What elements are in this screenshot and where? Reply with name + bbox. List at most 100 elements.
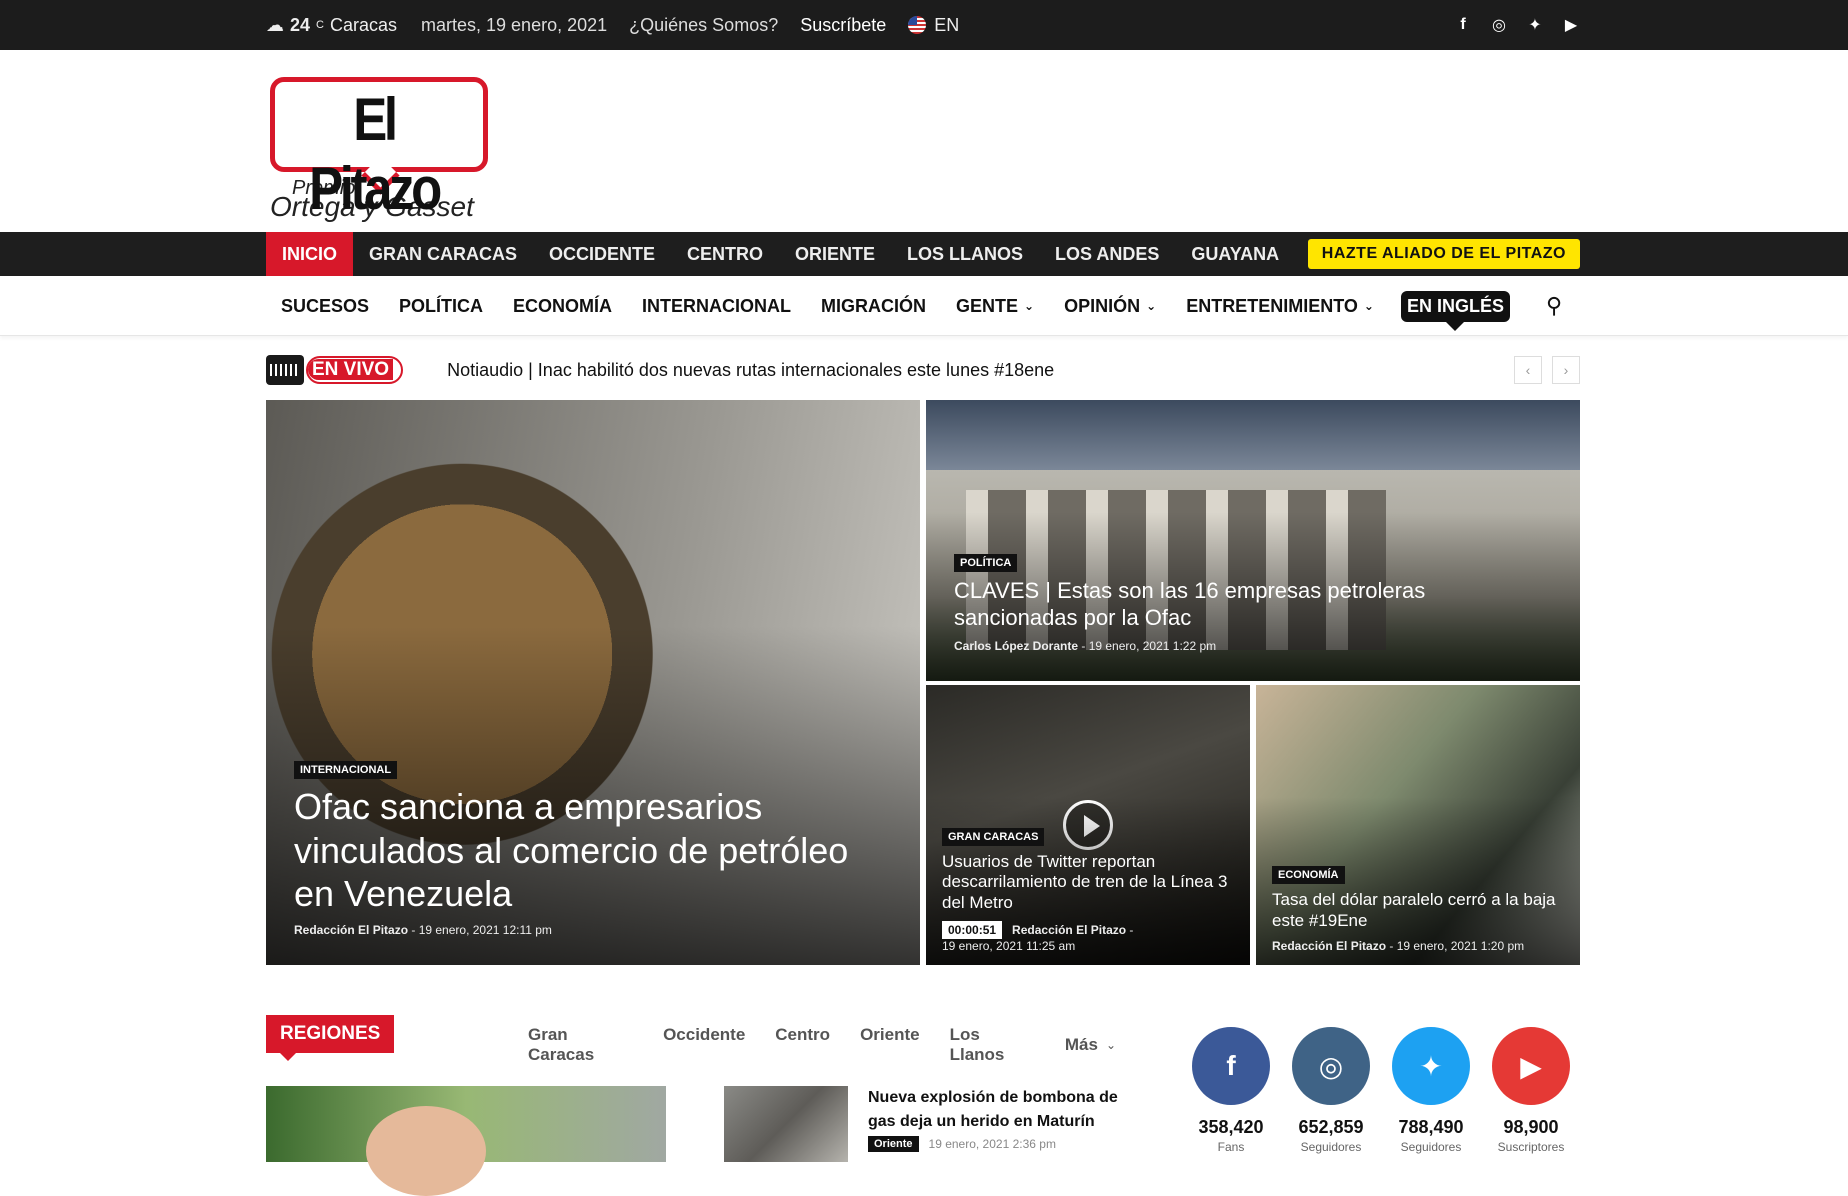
- nav-item-politica[interactable]: POLÍTICA: [384, 296, 498, 317]
- language-switch[interactable]: EN: [908, 15, 959, 36]
- nav-item-los-llanos[interactable]: LOS LLANOS: [891, 232, 1039, 276]
- nav-item-sucesos[interactable]: SUCESOS: [266, 296, 384, 317]
- tab-oriente[interactable]: Oriente: [860, 1025, 920, 1065]
- follower-label: Fans: [1217, 1140, 1245, 1154]
- article-meta: 00:00:51 Redacción El Pitazo -19 enero, 2…: [942, 921, 1134, 953]
- facebook-icon[interactable]: f: [1192, 1027, 1270, 1105]
- site-logo[interactable]: El Pitazo Premio Ortega y Gasset: [270, 77, 488, 223]
- article-title[interactable]: Ofac sanciona a empresarios vinculados a…: [294, 785, 892, 915]
- live-badge[interactable]: EN VIVO: [306, 356, 404, 384]
- become-ally-button[interactable]: HAZTE ALIADO DE EL PITAZO: [1307, 239, 1580, 269]
- live-headline[interactable]: Notiaudio | Inac habilitó dos nuevas rut…: [447, 360, 1054, 381]
- nav-label: INTERNACIONAL: [642, 295, 792, 316]
- nav-label: MIGRACIÓN: [821, 295, 927, 316]
- follower-label: Seguidores: [1400, 1140, 1462, 1154]
- youtube-counter[interactable]: ▶ 98,900 Suscriptores: [1492, 1027, 1570, 1154]
- article-meta: Oriente 19 enero, 2021 2:36 pm: [868, 1136, 1128, 1152]
- nav-item-oriente[interactable]: ORIENTE: [779, 232, 891, 276]
- nav-item-migracion[interactable]: MIGRACIÓN: [806, 296, 941, 317]
- article-title[interactable]: Tasa del dólar paralelo cerró a la baja …: [1272, 890, 1564, 931]
- nav-item-inicio[interactable]: INICIO: [266, 232, 354, 285]
- instagram-counter[interactable]: ◎ 652,859 Seguidores: [1292, 1027, 1370, 1154]
- article-author[interactable]: Redacción El Pitazo: [1272, 939, 1386, 953]
- nav-item-centro[interactable]: CENTRO: [671, 232, 779, 276]
- nav-item-los-andes[interactable]: LOS ANDES: [1039, 232, 1175, 276]
- about-link[interactable]: ¿Quiénes Somos?: [629, 15, 778, 36]
- instagram-icon[interactable]: ◎: [1490, 15, 1508, 35]
- article-date: 19 enero, 2021 2:36 pm: [928, 1137, 1056, 1151]
- region-lead-image[interactable]: [266, 1086, 666, 1196]
- follower-count: 788,490: [1398, 1117, 1464, 1137]
- instagram-icon[interactable]: ◎: [1292, 1027, 1370, 1105]
- youtube-icon[interactable]: ▶: [1562, 15, 1580, 35]
- article-meta: Carlos López Dorante - 19 enero, 2021 1:…: [954, 639, 1217, 653]
- facebook-icon[interactable]: f: [1454, 16, 1472, 34]
- tab-occidente[interactable]: Occidente: [663, 1025, 745, 1065]
- article-title[interactable]: Nueva explosión de bombona de gas deja u…: [868, 1086, 1128, 1134]
- subscribe-link[interactable]: Suscríbete: [800, 15, 886, 36]
- nav-item-internacional[interactable]: INTERNACIONAL: [627, 296, 806, 317]
- video-duration: 00:00:51: [942, 921, 1003, 939]
- chevron-down-icon: ⌄: [1363, 299, 1374, 313]
- facebook-counter[interactable]: f 358,420 Fans: [1192, 1027, 1270, 1154]
- nav-item-entretenimiento[interactable]: ENTRETENIMIENTO ⌄: [1171, 296, 1389, 317]
- article-author[interactable]: Carlos López Dorante: [954, 639, 1078, 653]
- social-counters: f 358,420 Fans ◎ 652,859 Seguidores ✦ 78…: [1192, 1027, 1592, 1154]
- live-label: EN VIVO: [308, 359, 394, 380]
- chevron-right-icon[interactable]: ›: [1552, 356, 1580, 384]
- twitter-icon[interactable]: ✦: [1392, 1027, 1470, 1105]
- article-info: POLÍTICA CLAVES | Estas son las 16 empre…: [954, 553, 1552, 653]
- region-tag[interactable]: Oriente: [868, 1136, 919, 1152]
- category-tag[interactable]: GRAN CARACAS: [942, 827, 1045, 846]
- english-edition-button[interactable]: EN INGLÉS: [1400, 290, 1510, 331]
- chevron-left-icon[interactable]: ‹: [1514, 356, 1542, 384]
- article-author[interactable]: Redacción El Pitazo: [1012, 923, 1126, 937]
- chevron-down-icon: ⌄: [1146, 299, 1157, 313]
- more-label: Más: [1064, 1035, 1098, 1054]
- article-date: 19 enero, 2021 1:20 pm: [1396, 939, 1525, 953]
- nav-item-opinion[interactable]: OPINIÓN ⌄: [1049, 296, 1171, 317]
- us-flag-icon: [908, 16, 927, 34]
- search-icon[interactable]: ⚲: [1546, 293, 1562, 319]
- article-info: ECONOMÍA Tasa del dólar paralelo cerró a…: [1272, 865, 1564, 953]
- language-label: EN: [934, 14, 960, 35]
- nav-item-occidente[interactable]: OCCIDENTE: [533, 232, 671, 276]
- tab-los-llanos[interactable]: Los Llanos: [950, 1025, 1035, 1065]
- regiones-section-header: REGIONES Gran Caracas Occidente Centro O…: [266, 1015, 1116, 1064]
- tab-more[interactable]: Más ⌄: [1065, 1025, 1116, 1065]
- logo-name: El Pitazo: [309, 86, 442, 222]
- category-tag[interactable]: POLÍTICA: [954, 554, 1018, 573]
- youtube-icon[interactable]: ▶: [1492, 1027, 1570, 1105]
- nav-label: GENTE: [956, 295, 1019, 316]
- category-tag[interactable]: ECONOMÍA: [1272, 866, 1345, 885]
- tab-gran-caracas[interactable]: Gran Caracas: [528, 1025, 633, 1065]
- tab-centro[interactable]: Centro: [775, 1025, 830, 1065]
- nav-item-guayana[interactable]: GUAYANA: [1175, 232, 1295, 276]
- article-title[interactable]: Usuarios de Twitter reportan descarrilam…: [942, 852, 1234, 913]
- nav-item-gente[interactable]: GENTE ⌄: [941, 296, 1049, 317]
- article-thumbnail[interactable]: [724, 1086, 848, 1162]
- featured-article-dollar[interactable]: ECONOMÍA Tasa del dólar paralelo cerró a…: [1256, 685, 1580, 965]
- featured-article-main[interactable]: INTERNACIONAL Ofac sanciona a empresario…: [266, 400, 920, 965]
- article-meta: Redacción El Pitazo - 19 enero, 2021 1:2…: [1272, 939, 1525, 953]
- featured-video-article[interactable]: GRAN CARACAS Usuarios de Twitter reporta…: [926, 685, 1250, 965]
- article-title[interactable]: CLAVES | Estas son las 16 empresas petro…: [954, 578, 1552, 631]
- nav-item-gran-caracas[interactable]: GRAN CARACAS: [353, 232, 533, 276]
- nav-item-economia[interactable]: ECONOMÍA: [498, 296, 627, 317]
- category-tag[interactable]: INTERNACIONAL: [294, 761, 398, 780]
- region-filter-tabs: Gran Caracas Occidente Centro Oriente Lo…: [528, 1025, 1116, 1065]
- radio-icon: [266, 355, 304, 385]
- current-date: martes, 19 enero, 2021: [421, 14, 608, 35]
- live-ticker: EN VIVO Notiaudio | Inac habilitó dos nu…: [266, 348, 1580, 392]
- nav-label: OPINIÓN: [1064, 295, 1141, 316]
- top-bar: ☁ 24 C Caracas martes, 19 enero, 2021 ¿Q…: [0, 0, 1848, 50]
- article-author[interactable]: Redacción El Pitazo: [294, 923, 408, 937]
- twitter-icon[interactable]: ✦: [1526, 15, 1544, 35]
- follower-label: Suscriptores: [1497, 1140, 1565, 1154]
- twitter-counter[interactable]: ✦ 788,490 Seguidores: [1392, 1027, 1470, 1154]
- person-photo: [366, 1106, 486, 1196]
- follower-count: 358,420: [1198, 1117, 1264, 1137]
- featured-article-secondary[interactable]: POLÍTICA CLAVES | Estas son las 16 empre…: [926, 400, 1580, 681]
- chevron-down-icon: ⌄: [1024, 299, 1035, 313]
- article-date: 19 enero, 2021 11:25 am: [942, 939, 1076, 953]
